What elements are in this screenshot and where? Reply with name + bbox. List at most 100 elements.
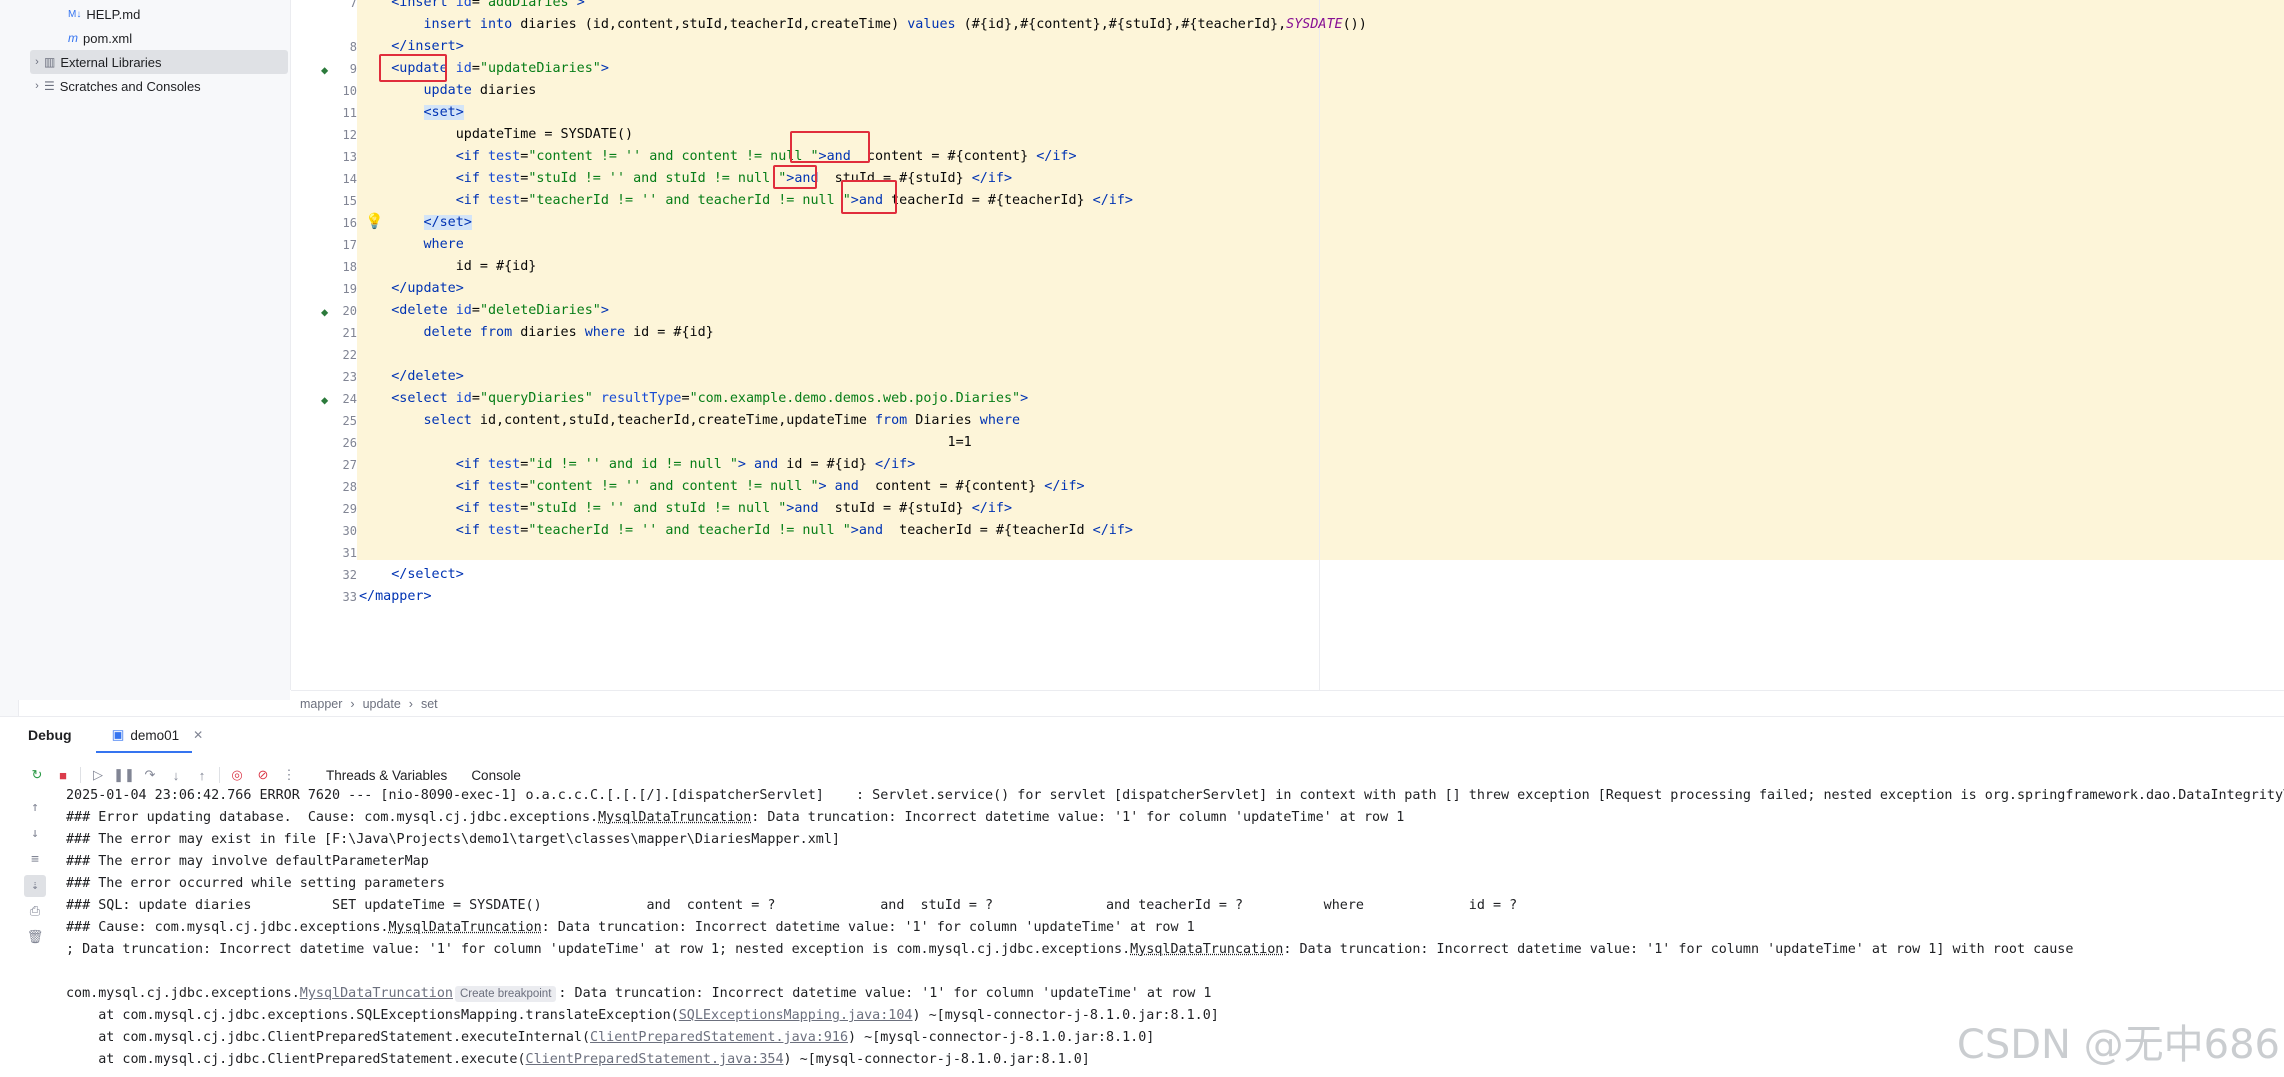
code-line[interactable]: <delete id="deleteDiaries"> — [359, 300, 609, 322]
code-line[interactable]: <if test="teacherId != '' and teacherId … — [359, 190, 1133, 212]
line-number[interactable]: 26 — [327, 432, 357, 454]
code-line[interactable]: delete from diaries where id = #{id} — [359, 322, 714, 344]
line-number[interactable]: 29 — [327, 498, 357, 520]
tab-threads-variables[interactable]: Threads & Variables — [326, 768, 447, 783]
line-number[interactable]: 10 — [327, 80, 357, 102]
code-editor[interactable]: 7 8 9 ◆ 10 11 12 13 14 15 16 17 18 19 20 ◆ 21 22 23 24 ◆ 25 26… — [290, 0, 2284, 717]
more-options-icon[interactable]: ⋮ — [276, 767, 302, 783]
print-icon[interactable]: ⎙ — [24, 901, 46, 923]
line-number[interactable]: 25 — [327, 410, 357, 432]
tree-item-scratches[interactable]: › ☰ Scratches and Consoles — [30, 74, 201, 98]
code-line[interactable]: updateTime = SYSDATE() — [359, 124, 633, 146]
rerun-icon[interactable]: ↻ — [24, 767, 50, 783]
chevron-right-icon[interactable]: › — [30, 80, 44, 92]
lightbulb-icon[interactable]: 💡 — [365, 212, 384, 230]
line-number[interactable] — [327, 14, 357, 36]
line-number[interactable]: 16 — [327, 212, 357, 234]
active-tab-indicator — [96, 751, 192, 753]
code-line[interactable]: <if test="teacherId != '' and teacherId … — [359, 520, 1133, 542]
console-output[interactable]: 2025-01-04 23:06:42.766 ERROR 7620 --- [… — [66, 789, 2284, 1077]
code-line[interactable]: <set> — [359, 102, 464, 124]
debug-header: Debug ▣ demo01 ✕ — [0, 717, 2284, 753]
soft-wrap-icon[interactable]: ≡ — [24, 849, 46, 871]
code-line[interactable]: </select> — [359, 564, 464, 586]
code-line[interactable]: </delete> — [359, 366, 464, 388]
breadcrumb: mapper › update › set — [291, 690, 2284, 717]
line-number[interactable]: 12 — [327, 124, 357, 146]
watermark: CSDN @无中686 — [1956, 1022, 2280, 1068]
line-number[interactable]: 23 — [327, 366, 357, 388]
tree-item-external-libraries[interactable]: › ▥ External Libraries — [30, 50, 288, 74]
pause-icon[interactable]: ❚❚ — [111, 767, 137, 783]
tab-console[interactable]: Console — [471, 768, 521, 783]
line-number[interactable]: 19 — [327, 278, 357, 300]
line-number[interactable]: 14 — [327, 168, 357, 190]
code-line[interactable]: </update> — [359, 278, 464, 300]
line-number[interactable]: 18 — [327, 256, 357, 278]
code-line[interactable]: 1=1 — [359, 432, 972, 454]
line-number[interactable]: 21 — [327, 322, 357, 344]
mybatis-bird-icon[interactable]: ◆ — [321, 63, 335, 77]
tree-item-pom-xml[interactable]: m pom.xml — [68, 26, 132, 50]
close-icon[interactable]: ✕ — [193, 728, 203, 742]
code-line[interactable]: select id,content,stuId,teacherId,create… — [359, 410, 1021, 432]
line-number[interactable]: 17 — [327, 234, 357, 256]
line-number[interactable]: 32 — [327, 564, 357, 586]
spring-boot-icon: ▣ — [111, 727, 125, 742]
code-line[interactable]: id = #{id} — [359, 256, 537, 278]
line-number[interactable]: 33 — [327, 586, 357, 608]
code-line[interactable]: <if test="stuId != '' and stuId != null … — [359, 498, 1012, 520]
code-line[interactable]: <if test="content != '' and content != n… — [359, 476, 1085, 498]
resume-icon[interactable]: ▷ — [85, 767, 111, 783]
code-line[interactable]: <if test="id != '' and id != null "> and… — [359, 454, 916, 476]
console-line: ### SQL: update diaries SET updateTime =… — [66, 898, 1518, 913]
breadcrumb-mapper[interactable]: mapper — [300, 697, 342, 711]
line-number[interactable]: 15 — [327, 190, 357, 212]
code-line[interactable]: update diaries — [359, 80, 537, 102]
debug-panel: Debug ▣ demo01 ✕ ↻ ■ ▷ ❚❚ ↷ ↓ ↑ ◎ ⊘ ⋮ Th… — [0, 716, 2284, 1077]
line-number[interactable]: 31 — [327, 542, 357, 564]
line-number[interactable]: 30 — [327, 520, 357, 542]
step-out-icon[interactable]: ↑ — [189, 768, 215, 783]
right-margin-guide — [1319, 0, 1320, 690]
step-over-icon[interactable]: ↷ — [137, 767, 163, 783]
code-line[interactable]: <insert id="addDiaries"> — [359, 0, 585, 14]
line-number[interactable]: 11 — [327, 102, 357, 124]
tree-item-help-md[interactable]: M↓ HELP.md — [68, 2, 140, 26]
line-number[interactable]: 13 — [327, 146, 357, 168]
scroll-to-end-icon[interactable]: ⇣ — [24, 875, 46, 897]
arrow-down-icon[interactable]: ↓ — [24, 823, 46, 845]
scratches-icon: ☰ — [44, 79, 55, 93]
trash-icon[interactable]: 🗑 — [24, 927, 46, 949]
breadcrumb-update[interactable]: update — [363, 697, 401, 711]
code-line[interactable]: where — [359, 234, 464, 256]
code-line[interactable]: insert into diaries (id,content,stuId,te… — [359, 14, 1367, 36]
chevron-right-icon[interactable]: › — [30, 56, 44, 68]
mute-breakpoints-icon[interactable]: ⊘ — [250, 767, 276, 783]
stop-icon[interactable]: ■ — [50, 768, 76, 783]
line-number[interactable]: 27 — [327, 454, 357, 476]
annotation-box-and-2 — [773, 165, 817, 189]
annotation-box-update — [379, 54, 447, 82]
code-line[interactable]: </mapper> — [359, 586, 432, 608]
chevron-right-icon: › — [350, 697, 355, 711]
console-line: ### The error may exist in file [F:\Java… — [66, 832, 840, 847]
view-breakpoints-icon[interactable]: ◎ — [224, 767, 250, 783]
project-tree: M↓ HELP.md m pom.xml › ▥ External Librar… — [18, 0, 290, 700]
maven-file-icon: m — [68, 31, 78, 45]
line-number[interactable]: 28 — [327, 476, 357, 498]
mybatis-bird-icon[interactable]: ◆ — [321, 393, 335, 407]
console-side-toolbar: ↑ ↓ ≡ ⇣ ⎙ 🗑 — [18, 797, 54, 1077]
breadcrumb-set[interactable]: set — [421, 697, 438, 711]
code-line[interactable]: <select id="queryDiaries" resultType="co… — [359, 388, 1028, 410]
line-number[interactable]: 7 — [327, 0, 357, 14]
step-into-icon[interactable]: ↓ — [163, 768, 189, 783]
debug-session-tab[interactable]: ▣ demo01 ✕ — [112, 727, 204, 743]
line-number[interactable]: 22 — [327, 344, 357, 366]
arrow-up-icon[interactable]: ↑ — [24, 797, 46, 819]
mybatis-bird-icon[interactable]: ◆ — [321, 305, 335, 319]
line-number[interactable]: 8 — [327, 36, 357, 58]
code-line[interactable]: <if test="stuId != '' and stuId != null … — [359, 168, 1012, 190]
stack-frame: at com.mysql.cj.jdbc.ClientPreparedState… — [66, 1052, 1090, 1067]
code-line[interactable]: <if test="content != '' and content != n… — [359, 146, 1077, 168]
